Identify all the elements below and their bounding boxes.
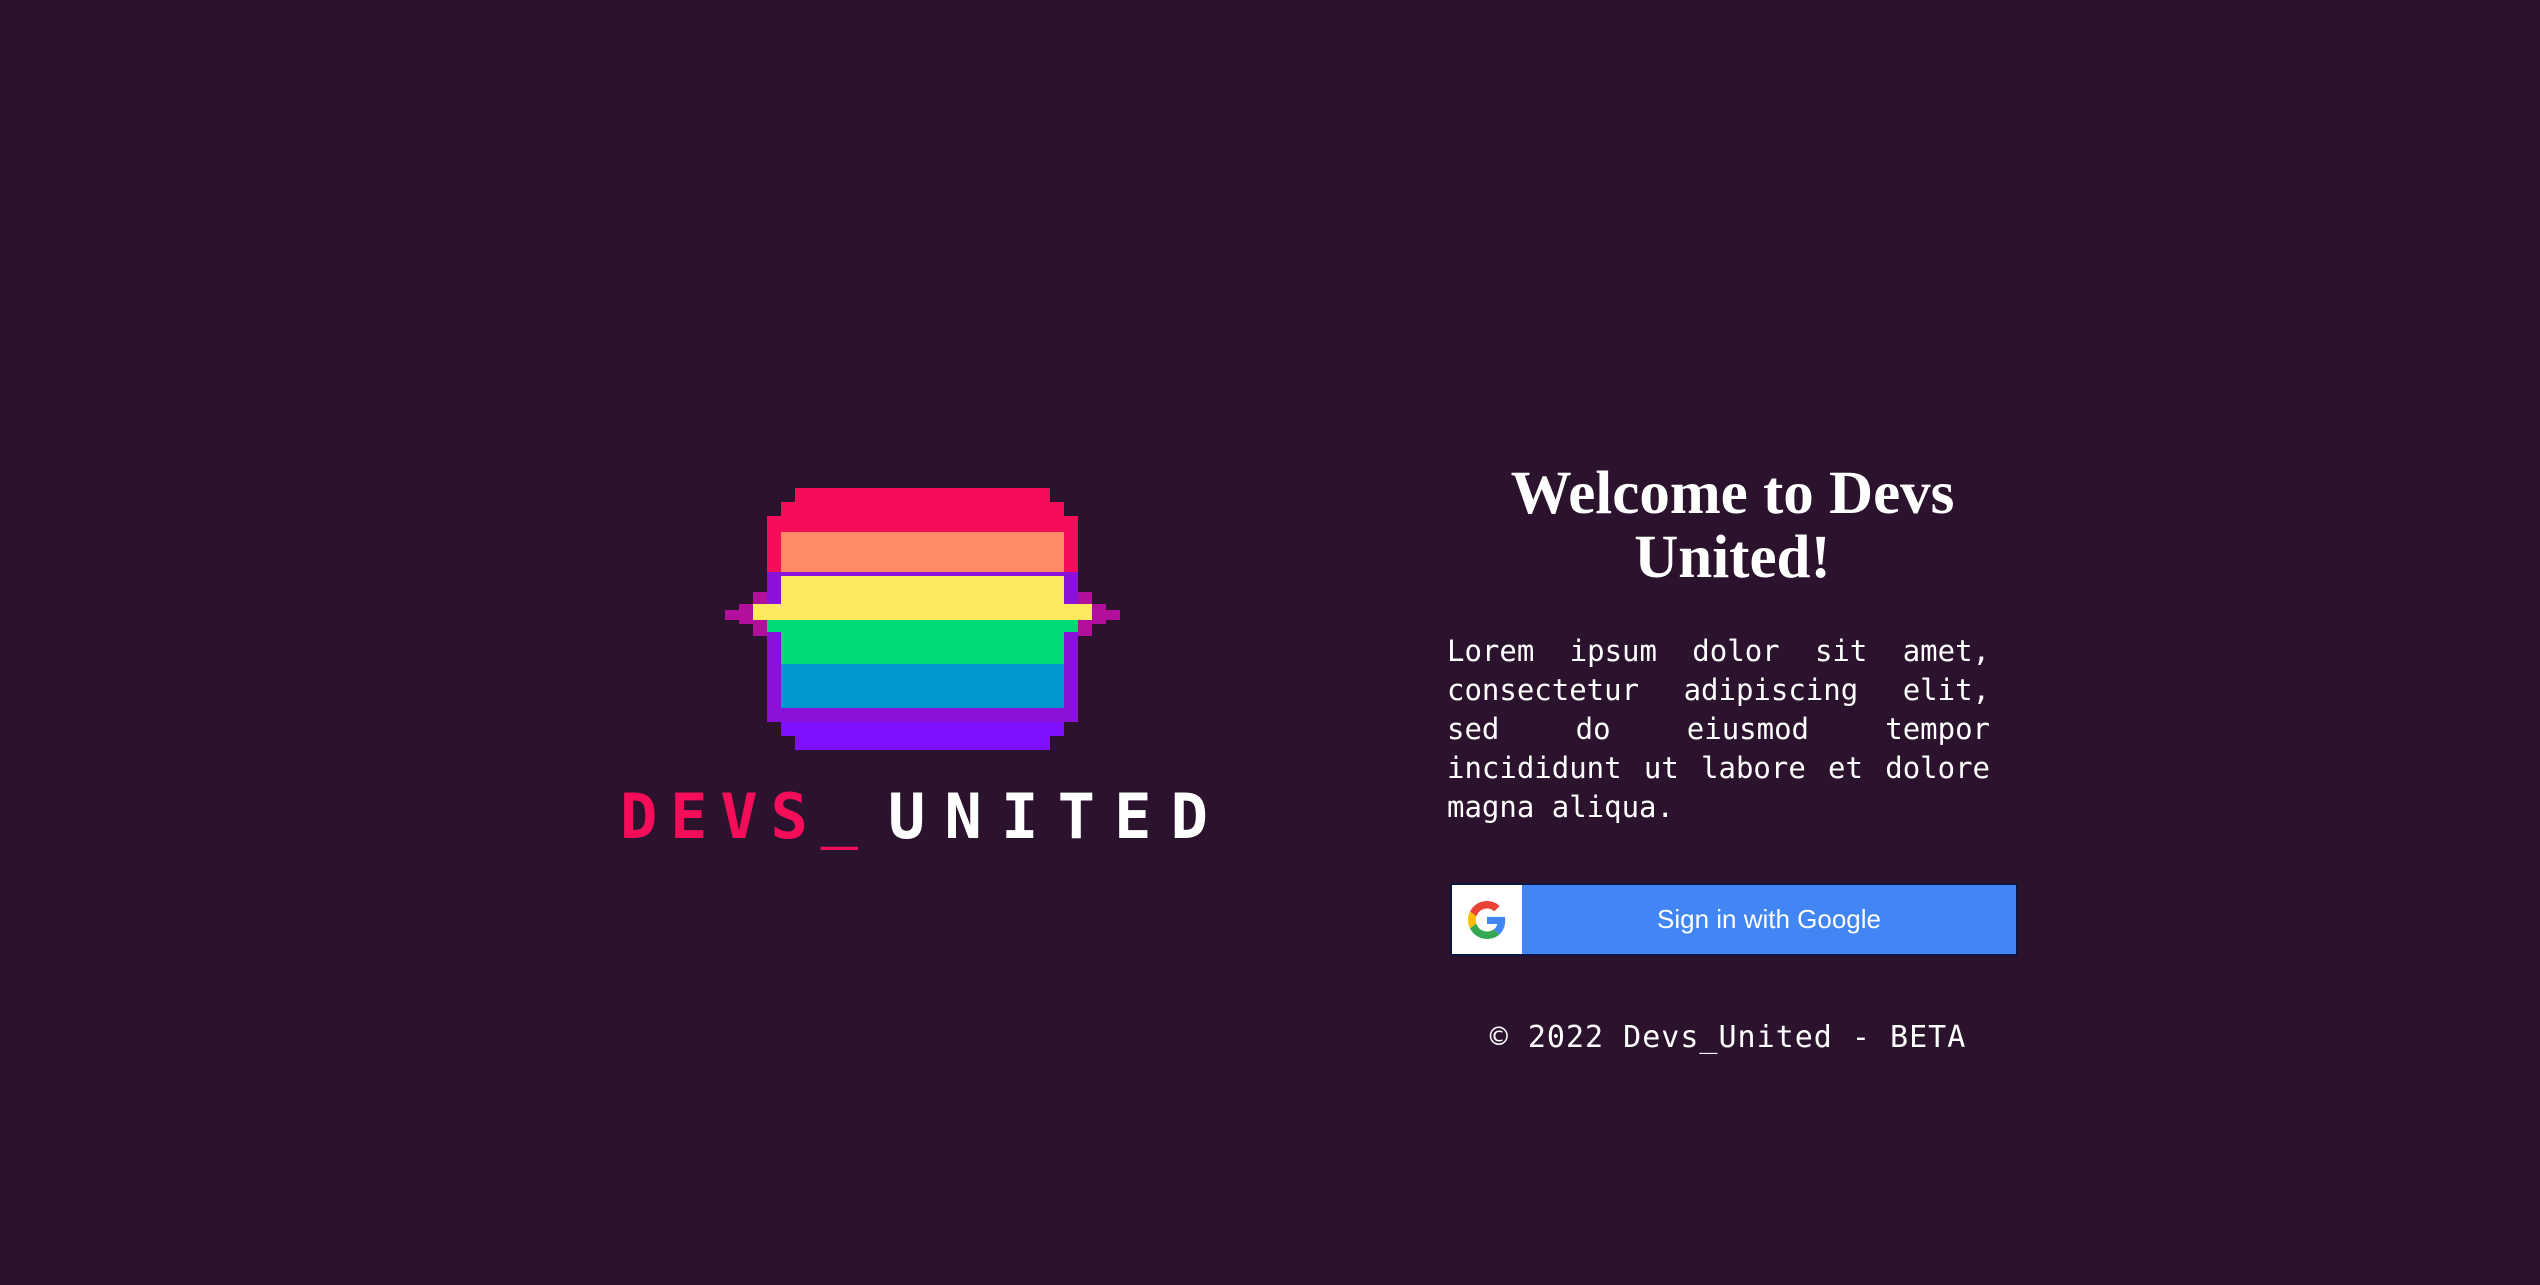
- logo-text-united: UNITED: [888, 780, 1218, 850]
- google-icon: [1452, 885, 1522, 954]
- logo-text-devs: DEVS_: [620, 780, 870, 850]
- pixel-rainbow-mascot-icon: [725, 488, 1120, 750]
- footer-copyright: © 2022 Devs_United - BETA: [1489, 1020, 1967, 1055]
- login-page: DEVS_ UNITED Welcome to Devs United! Lor…: [0, 0, 2540, 1285]
- google-signin-label: Sign in with Google: [1656, 904, 1882, 934]
- welcome-panel: Welcome to Devs United! Lorem ipsum dolo…: [1445, 462, 2020, 1055]
- page-title: Welcome to Devs United!: [1510, 460, 1955, 591]
- welcome-description: Lorem ipsum dolor sit amet, consectetur …: [1447, 634, 1990, 824]
- logo-wordmark: DEVS_ UNITED: [620, 780, 1218, 850]
- logo: DEVS_ UNITED: [620, 480, 1220, 860]
- google-signin-button[interactable]: Sign in with Google: [1450, 883, 2018, 956]
